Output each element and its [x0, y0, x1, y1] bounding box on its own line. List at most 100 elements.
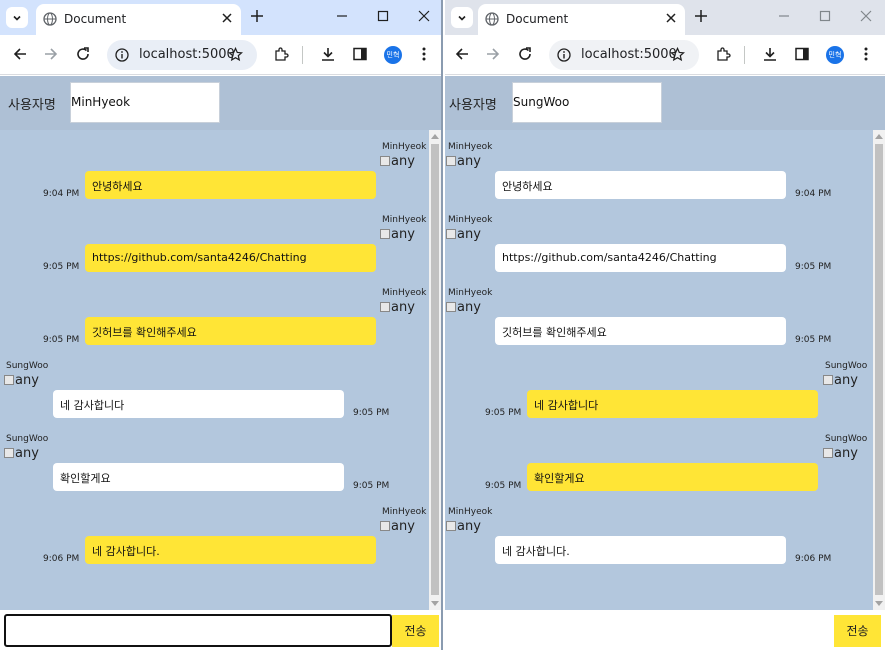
chat-message: MinHyeok any https://github.com/santa4246/…	[445, 215, 873, 285]
close-icon[interactable]	[665, 12, 677, 24]
tab-search-button[interactable]	[6, 7, 28, 28]
chat-message: MinHyeok any 안녕하세요 9:04 PM	[445, 142, 873, 212]
download-icon[interactable]	[762, 46, 778, 62]
plus-icon[interactable]	[250, 9, 264, 23]
sender-name: SungWoo	[825, 434, 868, 444]
broken-image-icon	[4, 448, 14, 458]
broken-image-icon	[380, 229, 390, 239]
avatar: any	[4, 446, 39, 461]
toolbar-separator	[302, 46, 303, 64]
url-text: localhost:5000	[139, 47, 235, 62]
avatar: any	[380, 519, 415, 534]
tab-search-icon	[13, 15, 21, 21]
scroll-up-arrow[interactable]	[431, 134, 439, 139]
reload-icon[interactable]	[75, 46, 91, 62]
side-panel-icon[interactable]	[352, 46, 368, 62]
broken-image-icon	[380, 156, 390, 166]
scrollbar-thumb[interactable]	[875, 144, 883, 595]
username-field[interactable]: MinHyeok	[70, 82, 220, 123]
chat-message: MinHyeok any 안녕하세요 9:04 PM	[0, 142, 429, 212]
message-bubble: 네 감사합니다.	[495, 536, 786, 564]
chat-message: MinHyeok any 깃허브를 확인해주세요 9:05 PM	[445, 288, 873, 358]
close-icon[interactable]	[221, 12, 233, 24]
maximize-icon[interactable]	[377, 10, 389, 22]
username-label: 사용자명	[449, 98, 497, 113]
message-time: 9:04 PM	[795, 189, 832, 199]
back-icon[interactable]	[454, 46, 470, 62]
message-bubble: https://github.com/santa4246/Chatting	[495, 244, 786, 272]
address-bar[interactable]: localhost:5000	[549, 40, 699, 70]
plus-icon[interactable]	[694, 9, 708, 23]
message-time: 9:05 PM	[43, 335, 80, 345]
browser-window-sungwoo: Document localhost:5000 민혁 사용자명 SungWoo …	[445, 0, 885, 650]
message-input[interactable]	[4, 614, 392, 647]
avatar-alt-text: any	[15, 373, 39, 388]
message-time: 9:05 PM	[795, 335, 832, 345]
minimize-icon[interactable]	[336, 10, 348, 22]
sender-name: SungWoo	[6, 361, 49, 371]
info-icon[interactable]	[115, 48, 129, 62]
scroll-down-arrow[interactable]	[875, 601, 883, 606]
message-bubble: 안녕하세요	[495, 171, 786, 199]
address-bar[interactable]: localhost:5000	[107, 40, 257, 70]
username-field[interactable]: SungWoo	[512, 82, 662, 123]
avatar: any	[823, 446, 858, 461]
browser-toolbar: localhost:5000 민혁	[0, 35, 441, 75]
send-button[interactable]: 전송	[834, 615, 881, 647]
extensions-icon[interactable]	[715, 46, 731, 62]
scroll-up-arrow[interactable]	[875, 134, 883, 139]
chat-messages: MinHyeok any 안녕하세요 9:04 PM MinHyeok any https:…	[445, 130, 873, 610]
username-bar: 사용자명 MinHyeok	[0, 76, 441, 130]
message-time: 9:05 PM	[43, 262, 80, 272]
message-bubble: 깃허브를 확인해주세요	[85, 317, 376, 345]
close-window-icon[interactable]	[418, 10, 430, 22]
star-icon[interactable]	[670, 47, 685, 62]
sender-name: MinHyeok	[382, 142, 427, 152]
avatar: any	[380, 300, 415, 315]
globe-icon	[485, 12, 499, 26]
broken-image-icon	[446, 302, 456, 312]
extensions-icon[interactable]	[273, 46, 289, 62]
message-time: 9:05 PM	[353, 408, 390, 418]
menu-icon[interactable]	[859, 46, 873, 62]
avatar: any	[380, 227, 415, 242]
download-icon[interactable]	[320, 46, 336, 62]
tab-document[interactable]: Document	[478, 4, 685, 35]
message-bubble: 네 감사합니다	[527, 390, 818, 418]
broken-image-icon	[446, 521, 456, 531]
toolbar-separator	[744, 46, 745, 64]
maximize-icon[interactable]	[819, 10, 831, 22]
star-icon[interactable]	[228, 47, 243, 62]
close-window-icon[interactable]	[860, 10, 872, 22]
chat-app: 사용자명 MinHyeok MinHyeok any 안녕하세요 9:04 PM Min…	[0, 76, 441, 650]
avatar-alt-text: any	[15, 446, 39, 461]
username-bar: 사용자명 SungWoo	[445, 76, 885, 130]
forward-icon[interactable]	[43, 46, 59, 62]
tab-document[interactable]: Document	[36, 4, 241, 35]
send-button[interactable]: 전송	[392, 615, 439, 647]
avatar-alt-text: any	[834, 373, 858, 388]
sender-name: MinHyeok	[382, 215, 427, 225]
sender-name: MinHyeok	[448, 288, 493, 298]
minimize-icon[interactable]	[778, 10, 790, 22]
message-time: 9:06 PM	[43, 554, 80, 564]
profile-avatar[interactable]: 민혁	[384, 46, 402, 64]
avatar-alt-text: any	[391, 154, 415, 169]
scrollbar-thumb[interactable]	[431, 144, 439, 595]
avatar: any	[380, 154, 415, 169]
back-icon[interactable]	[12, 46, 28, 62]
chat-message: SungWoo any 네 감사합니다 9:05 PM	[0, 361, 429, 431]
tab-title: Document	[64, 12, 127, 26]
chat-message: MinHyeok any 깃허브를 확인해주세요 9:05 PM	[0, 288, 429, 358]
side-panel-icon[interactable]	[794, 46, 810, 62]
scrollbar[interactable]	[429, 130, 441, 610]
profile-avatar[interactable]: 민혁	[826, 46, 844, 64]
scroll-down-arrow[interactable]	[431, 601, 439, 606]
forward-icon[interactable]	[485, 46, 501, 62]
info-icon[interactable]	[557, 48, 571, 62]
menu-icon[interactable]	[417, 46, 431, 62]
avatar: any	[4, 373, 39, 388]
tab-search-button[interactable]	[451, 7, 473, 28]
scrollbar[interactable]	[873, 130, 885, 610]
reload-icon[interactable]	[517, 46, 533, 62]
